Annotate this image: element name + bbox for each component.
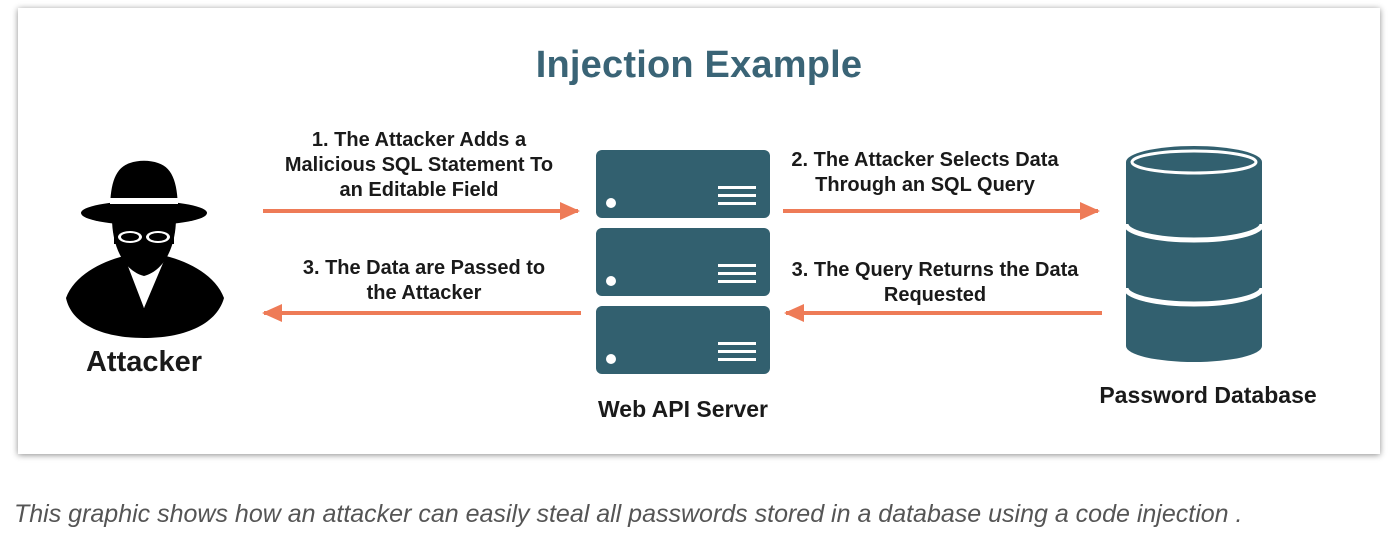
step1-line3: an Editable Field bbox=[339, 179, 499, 201]
step2-label: 2. The Attacker Selects Data Through an … bbox=[766, 148, 1084, 198]
step3-pass-line2: the Attacker bbox=[366, 282, 482, 304]
server-stack-icon bbox=[596, 150, 770, 374]
step1-label: 1. The Attacker Adds a Malicious SQL Sta… bbox=[254, 128, 584, 203]
step3-pass-label: 3. The Data are Passed to the Attacker bbox=[274, 256, 574, 306]
step1-line2: Malicious SQL Statement To bbox=[284, 154, 554, 176]
step3-query-label: 3. The Query Returns the Data Requested bbox=[766, 258, 1104, 308]
step3-pass-line1: 3. The Data are Passed to bbox=[302, 257, 546, 279]
step3-query-line1: 3. The Query Returns the Data bbox=[791, 259, 1079, 281]
step2-line1: 2. The Attacker Selects Data bbox=[791, 149, 1059, 171]
server-unit-bottom bbox=[596, 306, 770, 374]
server-label: Web API Server bbox=[597, 396, 769, 422]
diagram-card: Injection Example 1. The Attacker Adds a… bbox=[18, 8, 1380, 454]
server-unit-top bbox=[596, 150, 770, 218]
step2-line2: Through an SQL Query bbox=[815, 174, 1035, 196]
step3-query-line2: Requested bbox=[883, 284, 987, 306]
hacker-icon bbox=[66, 160, 224, 338]
step1-line1: 1. The Attacker Adds a bbox=[311, 129, 527, 151]
database-label: Password Database bbox=[1099, 382, 1317, 408]
attacker-label: Attacker bbox=[85, 346, 203, 378]
server-unit-middle bbox=[596, 228, 770, 296]
database-icon bbox=[1123, 146, 1265, 362]
figure-caption: This graphic shows how an attacker can e… bbox=[14, 500, 1243, 528]
